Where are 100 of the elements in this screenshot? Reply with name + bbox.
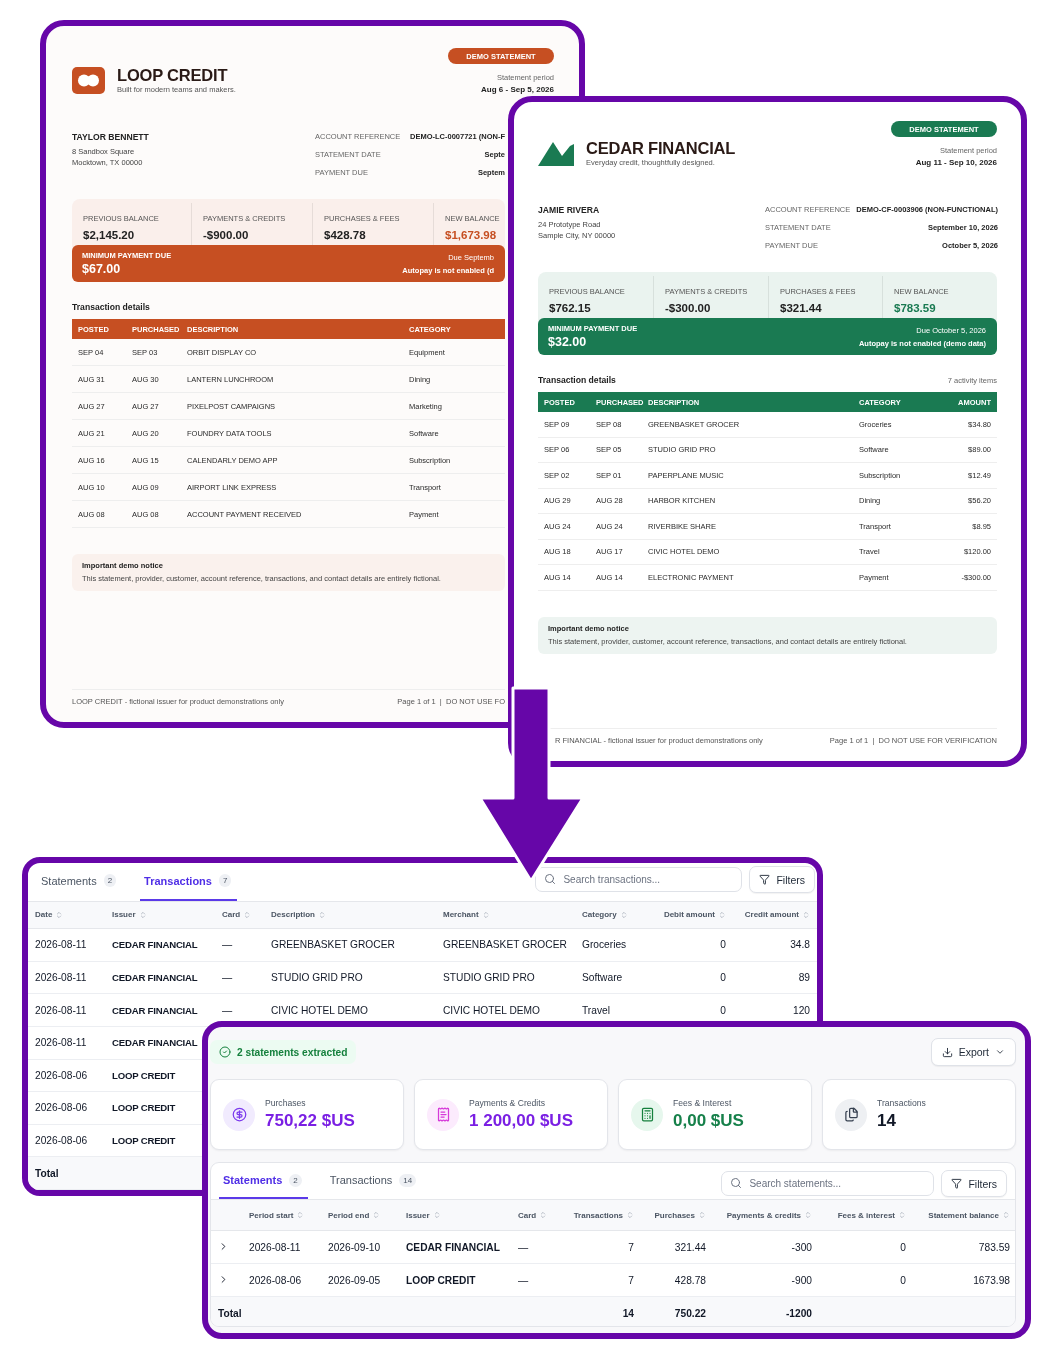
search-icon — [544, 873, 557, 886]
column-header[interactable]: Fees & interest — [819, 1210, 913, 1220]
chevron-down-icon — [995, 1047, 1005, 1057]
column-header[interactable]: Purchases — [641, 1210, 713, 1220]
total-label: Total — [34, 1167, 60, 1179]
stat-value: 750,22 $US — [265, 1111, 355, 1131]
sort-icon — [619, 910, 628, 919]
count-badge: 2 — [103, 874, 117, 888]
table-cell-text: — — [517, 1241, 530, 1253]
table-cell-text: — — [221, 972, 234, 984]
table-cell-text: — — [221, 939, 234, 951]
customer-name: JAMIE RIVERA — [538, 205, 601, 215]
sort-icon — [718, 910, 726, 919]
column-header[interactable]: Card — [215, 910, 264, 920]
check-circle-icon — [219, 1046, 231, 1058]
count-badge: 14 — [399, 1173, 417, 1187]
column-header[interactable]: Category — [575, 910, 650, 920]
total-cell-text: 14 — [621, 1308, 635, 1319]
stat-label: Transactions — [877, 1098, 926, 1108]
download-icon — [941, 1046, 953, 1058]
sort-icon — [804, 1211, 812, 1219]
column-header[interactable]: Period end — [321, 1210, 399, 1220]
table-cell-text: CIVIC HOTEL DEMO — [270, 1004, 369, 1016]
tab[interactable]: Statements 2 — [37, 863, 123, 901]
table-cell-text: 89 — [797, 972, 811, 984]
summary-value: $1,673.98 — [445, 229, 498, 241]
sort-icon — [1002, 1211, 1010, 1219]
sort-icon — [243, 910, 252, 919]
table-cell-text: LOOP CREDIT — [111, 1135, 177, 1147]
column-header[interactable]: Issuer — [399, 1210, 511, 1220]
section-title: Transaction details — [72, 302, 150, 312]
summary-value: $321.44 — [780, 302, 823, 314]
table-cell-text: CEDAR FINANCIAL — [111, 939, 199, 951]
logo-icon — [538, 140, 574, 167]
filters-button[interactable]: Filters — [749, 866, 815, 894]
table-cell-text: STUDIO GRID PRO — [270, 972, 364, 984]
column-header[interactable]: Payments & credits — [713, 1210, 819, 1220]
column-header[interactable]: Merchant — [436, 910, 575, 920]
stat-label: Purchases — [265, 1098, 307, 1108]
table-cell-text: 2026-08-06 — [34, 1135, 89, 1147]
table-cell-text: LOOP CREDIT — [405, 1274, 477, 1286]
stat-value: 1 200,00 $US — [469, 1111, 573, 1131]
logo-icon — [72, 67, 105, 94]
brand-name: LOOP CREDIT — [117, 67, 229, 84]
column-header[interactable]: Credit amount — [733, 910, 817, 920]
column-header[interactable]: Date — [28, 910, 105, 920]
dollar-circle-icon — [223, 1098, 255, 1131]
tab[interactable]: Transactions 14 — [325, 1163, 423, 1199]
total-cell-text: 750.22 — [673, 1308, 707, 1319]
table-cell-text: 0 — [719, 972, 727, 984]
table-cell-text: GREENBASKET GROCER — [270, 939, 396, 951]
sort-icon — [802, 910, 810, 919]
count-badge: 2 — [289, 1173, 302, 1187]
customer-name: TAYLOR BENNETT — [72, 132, 149, 142]
column-header[interactable]: Debit amount — [650, 910, 733, 920]
table-cell-text: CEDAR FINANCIAL — [111, 1004, 199, 1016]
table-cell-text: LOOP CREDIT — [111, 1069, 177, 1081]
table-cell-text: 2026-08-06 — [248, 1274, 303, 1286]
sort-icon — [898, 1211, 906, 1219]
sort-icon — [481, 910, 490, 919]
table-cell-text: STUDIO GRID PRO — [442, 972, 536, 984]
table-cell-text: 1673.98 — [972, 1274, 1011, 1286]
column-header[interactable]: Period start — [242, 1210, 321, 1220]
search-icon — [730, 1177, 743, 1189]
table-cell-text: 2026-08-11 — [34, 972, 88, 984]
brand-name: CEDAR FINANCIAL — [586, 140, 736, 157]
export-button[interactable]: Export — [930, 1038, 1016, 1066]
table-cell-text: 321.44 — [673, 1241, 707, 1253]
sort-icon — [55, 910, 64, 919]
table-cell-text: CIVIC HOTEL DEMO — [442, 1004, 541, 1016]
count-badge: 7 — [218, 874, 232, 888]
minimum-amount: $32.00 — [548, 335, 588, 349]
column-header[interactable]: Issuer — [105, 910, 215, 920]
column-header[interactable]: Card — [511, 1210, 561, 1220]
sort-icon — [138, 910, 147, 919]
search-field[interactable]: Search statements... — [721, 1171, 935, 1196]
filters-button[interactable]: Filters — [941, 1170, 1007, 1197]
sort-icon — [296, 1211, 305, 1219]
table-cell-text: 428.78 — [673, 1274, 707, 1286]
filter-icon — [951, 1178, 963, 1189]
table-cell-text: 0 — [899, 1274, 907, 1286]
tab[interactable]: Transactions 7 — [140, 863, 238, 901]
summary-value: $783.59 — [894, 302, 937, 314]
table-cell-text: 2026-09-10 — [327, 1241, 382, 1253]
summary-value: $2,145.20 — [83, 229, 136, 241]
column-header[interactable]: Description — [264, 910, 436, 920]
receipt-icon — [427, 1098, 459, 1131]
table-cell-text: 2026-08-11 — [34, 939, 88, 951]
table-cell-text: — — [221, 1004, 234, 1016]
table-cell-text: 2026-09-05 — [327, 1274, 382, 1286]
table-cell-text: Travel — [581, 1004, 611, 1016]
column-header[interactable]: Statement balance — [913, 1210, 1015, 1220]
table-cell-text: CEDAR FINANCIAL — [111, 972, 199, 984]
search-field[interactable]: Search transactions... — [535, 867, 743, 893]
period-value: Aug 11 - Sep 10, 2026 — [915, 158, 997, 167]
column-header[interactable]: Transactions — [561, 1210, 641, 1220]
table-cell-text: 0 — [719, 1004, 727, 1016]
table-cell-text: 34.8 — [789, 939, 811, 951]
table-cell-text: 2026-08-11 — [248, 1241, 302, 1253]
table-cell-text: -300 — [790, 1241, 813, 1253]
